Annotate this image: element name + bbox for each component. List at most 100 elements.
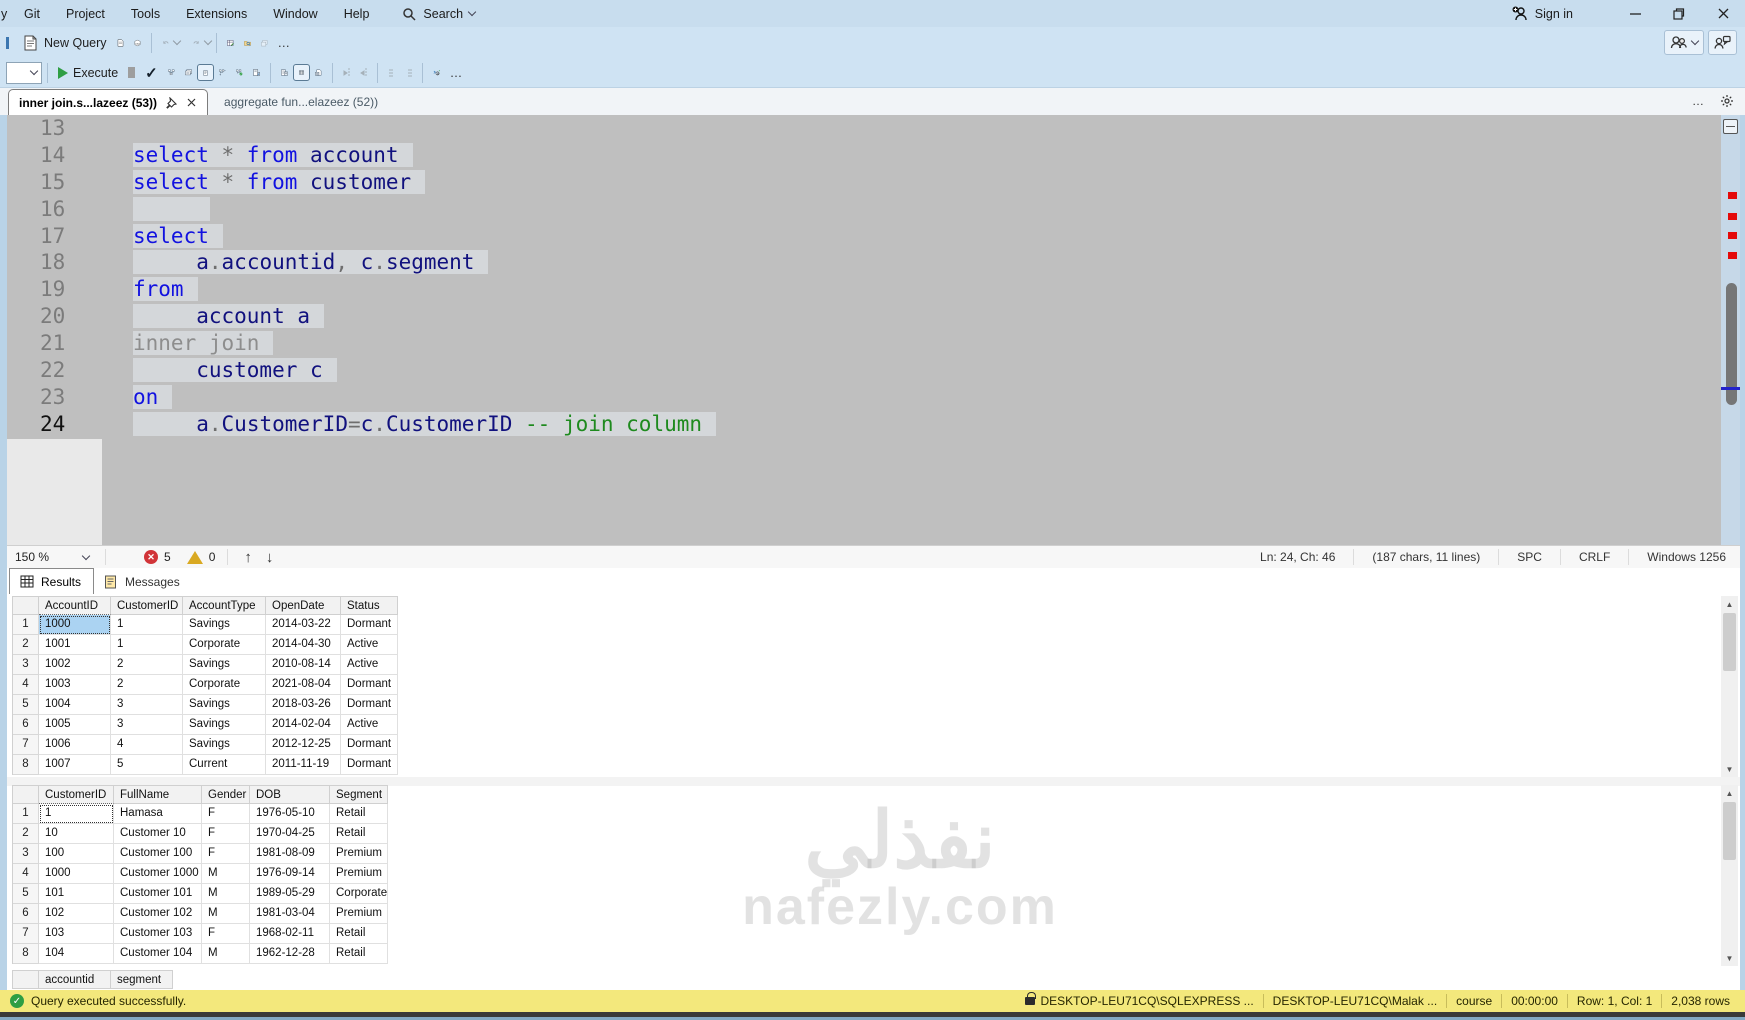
grid-column-header[interactable]: Gender [202,786,250,804]
grid-cell[interactable]: 1001 [39,635,111,655]
menu-item-partial[interactable]: y [1,7,11,21]
grid-cell[interactable]: Dormant [341,695,398,715]
maximize-button[interactable] [1657,0,1701,27]
grid-cell[interactable]: 2014-03-22 [266,615,341,635]
grid-column-header[interactable]: CustomerID [111,597,183,615]
menu-item-help[interactable]: Help [331,3,383,25]
code-area[interactable]: 13 14 select * from account 15 select * from… [7,115,1721,545]
error-count-icon[interactable]: ✕ [144,550,158,564]
eol-mode[interactable]: CRLF [1569,550,1620,564]
comment-icon[interactable] [383,64,400,81]
tab-messages[interactable]: Messages [94,569,192,594]
sql-editor[interactable]: 13 14 select * from account 15 select * from… [7,115,1740,545]
grid-cell[interactable]: 1002 [39,655,111,675]
grid-cell[interactable]: 1970-04-25 [250,824,330,844]
grid-row-header[interactable]: 1 [13,615,39,635]
grid-cell[interactable]: Customer 100 [114,844,202,864]
code-line[interactable]: 18 a.accountid, c.segment [7,249,1721,276]
grid-row-header[interactable]: 8 [13,944,39,964]
signin-button[interactable]: Sign in [1512,5,1573,22]
space-mode[interactable]: SPC [1507,550,1552,564]
query-options-icon[interactable] [180,64,197,81]
grid-cell[interactable]: Dormant [341,615,398,635]
feedback-button[interactable] [1708,30,1737,55]
grid-cell[interactable]: 2 [111,655,183,675]
grid-cell[interactable]: Customer 103 [114,924,202,944]
grid-cell[interactable]: 4 [111,735,183,755]
redo-dropdown-icon[interactable] [203,36,212,46]
code-line[interactable]: 13 [7,115,1721,142]
grid-cell[interactable]: Retail [330,944,388,964]
grid-cell[interactable]: Current [183,755,266,775]
scroll-down-icon[interactable]: ▼ [1721,761,1738,777]
code-line[interactable]: 14 select * from account [7,142,1721,169]
stop-icon[interactable] [123,64,140,81]
grid-row-header[interactable]: 1 [13,804,39,824]
sqlcmd-mode-icon[interactable]: @ [428,64,445,81]
prev-issue-icon[interactable]: ↑ [244,549,252,566]
redo-icon[interactable] [188,34,205,51]
grid-cell[interactable]: Savings [183,695,266,715]
grid-cell[interactable]: Active [341,655,398,675]
code-line[interactable]: 19 from [7,276,1721,303]
pin-icon[interactable] [165,94,177,111]
include-estimated-plan-icon[interactable] [214,64,231,81]
open-query-icon[interactable] [112,34,129,51]
grid-cell[interactable]: Dormant [341,735,398,755]
grid-cell[interactable]: 1981-03-04 [250,904,330,924]
database-combobox[interactable] [6,61,42,84]
grid-cell[interactable]: 2010-08-14 [266,655,341,675]
grid-cell[interactable]: 101 [39,884,114,904]
grid-cell[interactable]: 1 [111,615,183,635]
code-line[interactable]: 22 customer c [7,357,1721,384]
zoom-dropdown[interactable]: 150 % [7,548,97,566]
grid-row-header[interactable]: 7 [13,924,39,944]
scroll-down-icon[interactable]: ▼ [1721,950,1738,966]
indent-increase-icon[interactable] [338,64,355,81]
menu-item-tools[interactable]: Tools [118,3,173,25]
grid-scrollbar[interactable]: ▲ ▼ [1721,596,1738,777]
grid-row-header[interactable]: 3 [13,844,39,864]
grid-cell[interactable]: Customer 104 [114,944,202,964]
grid-cell[interactable]: 1003 [39,675,111,695]
grid-column-header[interactable]: DOB [250,786,330,804]
grid-cell[interactable]: F [202,924,250,944]
dax-query-icon[interactable]: DAX [129,34,146,51]
grid-cell[interactable]: Dormant [341,755,398,775]
grid-column-header[interactable]: AccountType [183,597,266,615]
tabstrip-overflow-button[interactable]: … [1692,94,1706,108]
grid-row-header[interactable]: 2 [13,635,39,655]
grid-cell[interactable]: Retail [330,924,388,944]
scroll-up-icon[interactable]: ▲ [1721,785,1738,801]
indent-decrease-icon[interactable] [355,64,372,81]
grid-cell[interactable]: Retail [330,804,388,824]
grid-column-header[interactable]: OpenDate [266,597,341,615]
grid-cell[interactable]: Customer 1000 [114,864,202,884]
results-to-file-icon[interactable] [310,64,327,81]
undo-icon[interactable] [157,34,174,51]
grid-cell[interactable]: 1000 [39,615,111,635]
grid-cell[interactable]: 1976-05-10 [250,804,330,824]
minimize-button[interactable] [1613,0,1657,27]
results-to-text-icon[interactable] [276,64,293,81]
next-issue-icon[interactable]: ↓ [266,549,274,566]
grid-cell[interactable]: 1007 [39,755,111,775]
tab-results[interactable]: Results [9,568,95,594]
grid-cell[interactable]: Customer 10 [114,824,202,844]
grid-cell[interactable]: Corporate [183,675,266,695]
code-line[interactable]: 20 account a [7,303,1721,330]
scroll-up-icon[interactable]: ▲ [1721,596,1738,612]
tab-aggregate-fun[interactable]: aggregate fun...elazeez (52)) [214,89,388,115]
grid-cell[interactable]: Retail [330,824,388,844]
grid-cell[interactable]: 5 [111,755,183,775]
grid-cell[interactable]: Customer 101 [114,884,202,904]
grid-cell[interactable]: 104 [39,944,114,964]
grid-cell[interactable]: M [202,944,250,964]
tab-close-icon[interactable] [185,94,197,111]
execute-button[interactable]: Execute [53,63,123,83]
grid-cell[interactable]: F [202,844,250,864]
grid-row-header[interactable]: 6 [13,904,39,924]
grid-cell[interactable]: 1981-08-09 [250,844,330,864]
grid-cell[interactable]: Active [341,635,398,655]
warning-count-icon[interactable] [186,550,203,564]
